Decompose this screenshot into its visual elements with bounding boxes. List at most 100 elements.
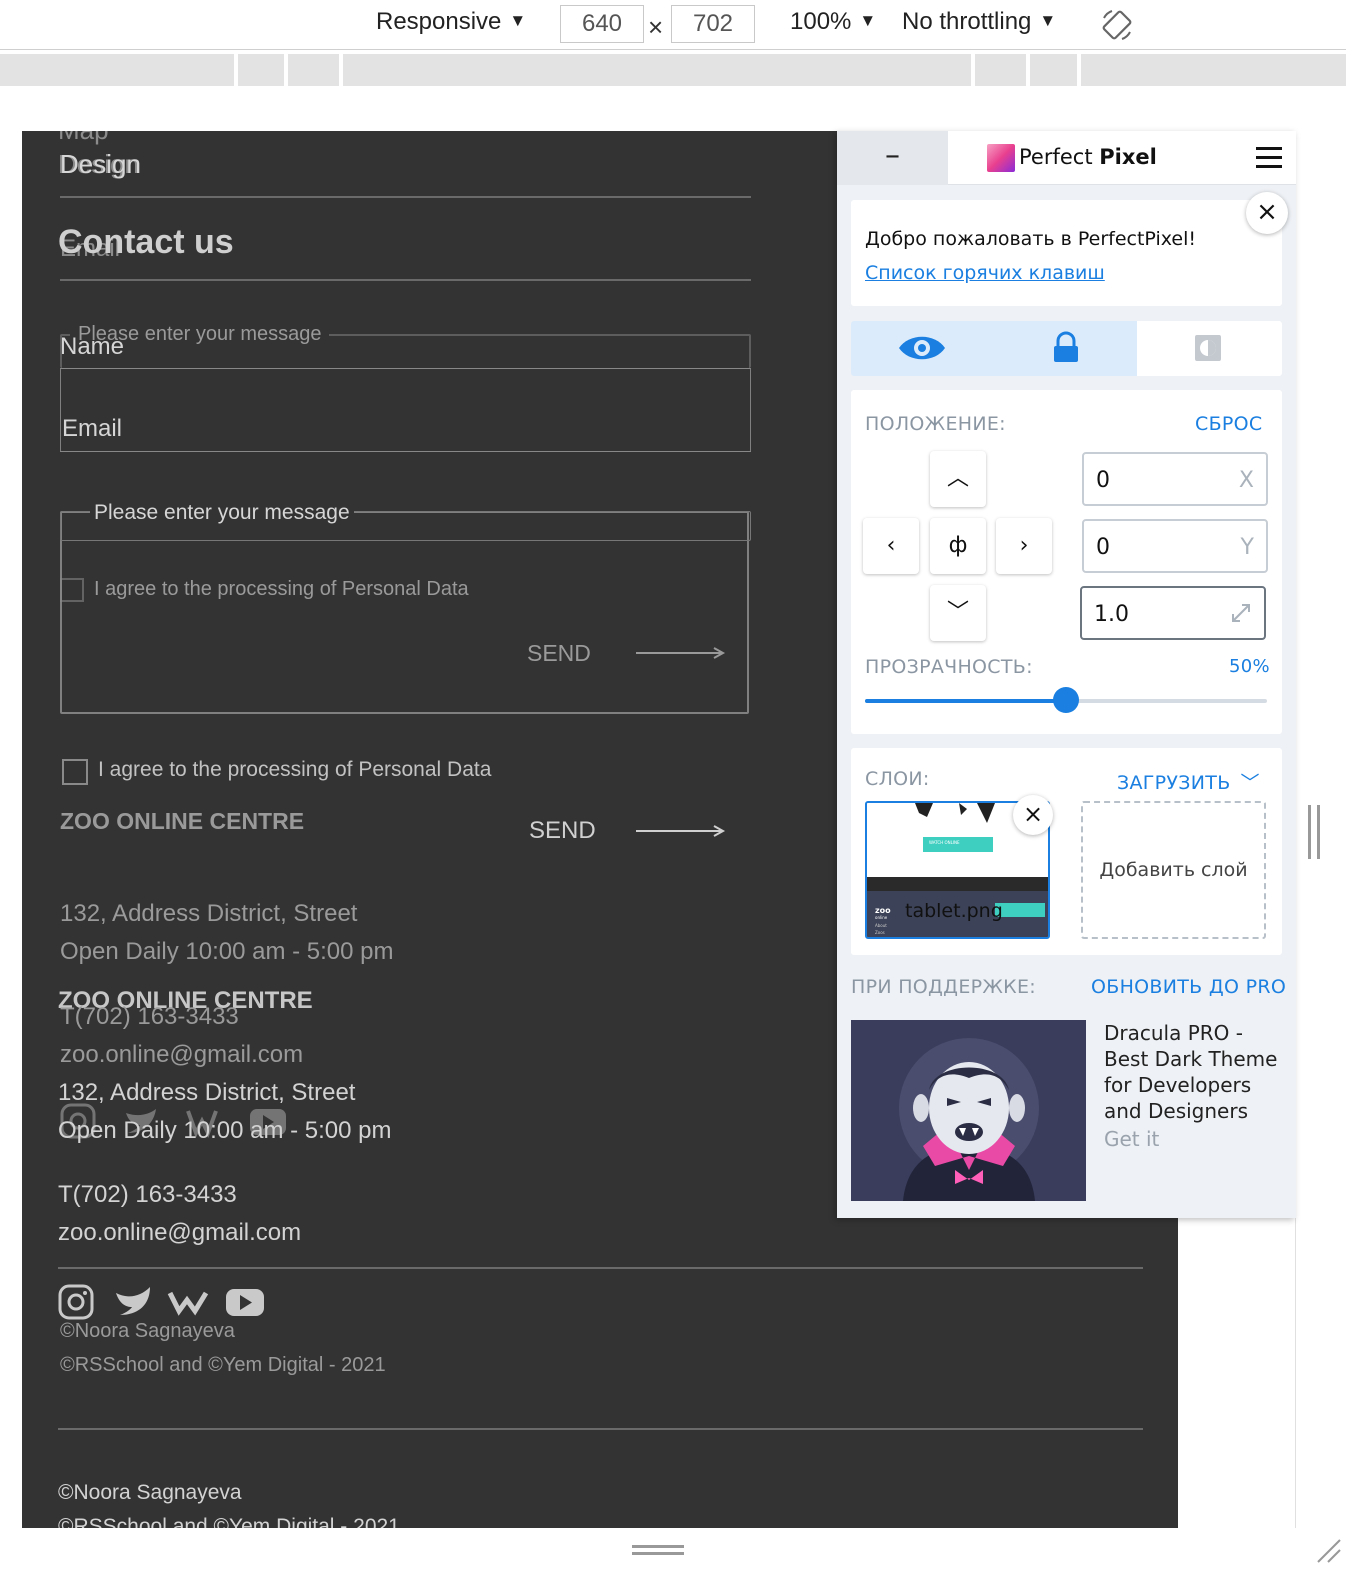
contact-title: Contact us — [58, 223, 234, 261]
dracula-ad-image[interactable] — [851, 1020, 1086, 1201]
chevron-down-icon: ﹀ — [946, 600, 969, 625]
close-icon[interactable]: × — [1246, 192, 1288, 234]
email-field-line[interactable] — [60, 451, 751, 452]
tab-invert[interactable] — [1137, 321, 1282, 376]
rotate-icon[interactable] — [1100, 8, 1134, 42]
perfect-pixel-logo — [987, 144, 1015, 172]
corner-resize-icon[interactable] — [1314, 1536, 1342, 1564]
width-input[interactable]: 640 — [560, 5, 644, 43]
phone[interactable]: T(702) 163-3433 — [58, 1181, 237, 1209]
bottom-resize-handle[interactable] — [632, 1545, 684, 1557]
opacity-slider-fill — [865, 699, 1066, 703]
vk-icon[interactable] — [167, 1291, 209, 1316]
ruler-divider — [339, 54, 343, 86]
reset-link[interactable]: СБРОС — [1195, 413, 1262, 435]
ruler-divider — [1026, 54, 1030, 86]
upload-label: ЗАГРУЗИТЬ — [1117, 772, 1231, 794]
move-down-button[interactable]: ﹀ — [930, 585, 986, 641]
y-position-field[interactable]: 0Y — [1082, 519, 1268, 573]
ad-text[interactable]: Dracula PRO - Best Dark Theme for Develo… — [1104, 1020, 1284, 1124]
email-label: Email — [62, 415, 123, 442]
ad-cta-link[interactable]: Get it — [1104, 1127, 1159, 1151]
divider — [60, 196, 751, 198]
svg-text:online: online — [875, 915, 888, 920]
tab-lock[interactable] — [994, 321, 1137, 376]
chevron-left-icon: ‹ — [886, 533, 896, 558]
x-unit: X — [1238, 468, 1254, 493]
ghost-email: zoo.online@gmail.com — [60, 1041, 304, 1068]
caret-down-icon: ▼ — [509, 11, 527, 30]
send-button[interactable]: SEND — [529, 817, 596, 845]
scale-field[interactable]: 1.0 — [1080, 586, 1266, 640]
dracula-illustration — [851, 1020, 1086, 1201]
message-placeholder: Please enter your message — [90, 501, 354, 525]
divider — [60, 279, 751, 281]
agree-checkbox[interactable] — [62, 759, 88, 785]
media-query-bar[interactable] — [0, 54, 1346, 86]
title-bold: Pixel — [1099, 145, 1157, 169]
ghost-phone: T(702) 163-3433 — [60, 1003, 239, 1030]
chevron-up-icon: ︿ — [946, 466, 969, 491]
resize-diagonal-icon — [1232, 604, 1250, 622]
title-plain: Perfect — [1019, 145, 1100, 169]
copyright-school: ©RSSchool and ©Yem Digital - 2021 — [58, 1515, 400, 1528]
ruler-divider — [1077, 54, 1081, 86]
eye-icon — [899, 336, 945, 360]
zoom-label: 100% — [790, 8, 852, 35]
opacity-slider[interactable] — [865, 687, 1267, 713]
instagram-icon[interactable] — [58, 1284, 94, 1320]
arrow-right-icon[interactable] — [634, 823, 726, 839]
position-label: ПОЛОЖЕНИЕ: — [865, 413, 1006, 435]
chevron-down-icon: ﹀ — [1240, 772, 1260, 794]
upgrade-link[interactable]: ОБНОВИТЬ ДО PRO — [1091, 976, 1286, 998]
move-up-button[interactable]: ︿ — [930, 451, 986, 507]
throttling-label: No throttling — [902, 8, 1032, 35]
ghost-arrow-right-icon — [636, 647, 726, 659]
move-left-button[interactable]: ‹ — [863, 518, 919, 574]
position-card: ПОЛОЖЕНИЕ: СБРОС ︿ ‹ ф › ﹀ 0X 0Y 1.0 ПРО… — [851, 390, 1282, 734]
x-position-field[interactable]: 0X — [1082, 452, 1268, 506]
ghost-copyright-author: ©Noora Sagnayeva — [60, 1320, 235, 1342]
close-icon[interactable]: × — [1013, 795, 1053, 835]
svg-text:zoo: zoo — [875, 906, 891, 915]
twitter-icon[interactable] — [116, 1287, 150, 1315]
move-right-button[interactable]: › — [996, 518, 1052, 574]
throttling-select[interactable]: No throttling ▼ — [902, 8, 1056, 36]
copyright-author: ©Noora Sagnayeva — [58, 1481, 242, 1504]
device-select[interactable]: Responsive ▼ — [376, 8, 526, 36]
hotkeys-link[interactable]: Список горячих клавиш — [865, 262, 1105, 284]
ghost-hours: Open Daily 10:00 am - 5:00 pm — [60, 938, 394, 965]
center-button[interactable]: ф — [930, 518, 986, 574]
footer-divider-bottom — [58, 1428, 1143, 1430]
ruler-divider — [234, 54, 238, 86]
opacity-slider-knob[interactable] — [1053, 687, 1079, 713]
tab-visibility[interactable] — [851, 321, 994, 376]
youtube-icon[interactable] — [226, 1289, 264, 1316]
hours: Open Daily 10:00 am - 5:00 pm — [58, 1117, 392, 1144]
devtools-toolbar: Responsive ▼ 640 × 702 100% ▼ No throttlin… — [0, 0, 1346, 50]
svg-text:Zoos: Zoos — [875, 930, 885, 935]
panel-header: – Perfect Pixel — [837, 131, 1296, 185]
upload-link[interactable]: ЗАГРУЗИТЬ ﹀ — [1117, 768, 1260, 795]
side-resize-handle[interactable] — [1308, 805, 1322, 859]
height-input[interactable]: 702 — [671, 5, 755, 43]
minimize-button[interactable]: – — [837, 131, 948, 185]
email-link[interactable]: zoo.online@gmail.com — [58, 1219, 301, 1247]
chevron-right-icon: › — [1019, 533, 1029, 558]
nav-item-design[interactable]: Design — [60, 149, 141, 180]
panel-title: Perfect Pixel — [1019, 145, 1157, 169]
add-layer-button[interactable]: Добавить слой — [1081, 801, 1266, 939]
layer-name: tablet.png — [905, 900, 1003, 922]
ghost-address: 132, Address District, Street — [60, 900, 358, 927]
ruler-divider — [971, 54, 975, 86]
center-icon: ф — [948, 533, 968, 558]
zoom-select[interactable]: 100% ▼ — [790, 8, 876, 36]
lock-icon — [1054, 331, 1078, 362]
ghost-agree-checkbox — [60, 578, 84, 602]
x-value: 0 — [1096, 468, 1110, 493]
message-textarea[interactable] — [60, 511, 749, 714]
hamburger-menu-icon[interactable] — [1256, 147, 1282, 169]
caret-down-icon: ▼ — [1039, 11, 1057, 30]
ghost-agree-label: I agree to the processing of Personal Da… — [94, 578, 469, 600]
scale-value: 1.0 — [1094, 602, 1129, 627]
